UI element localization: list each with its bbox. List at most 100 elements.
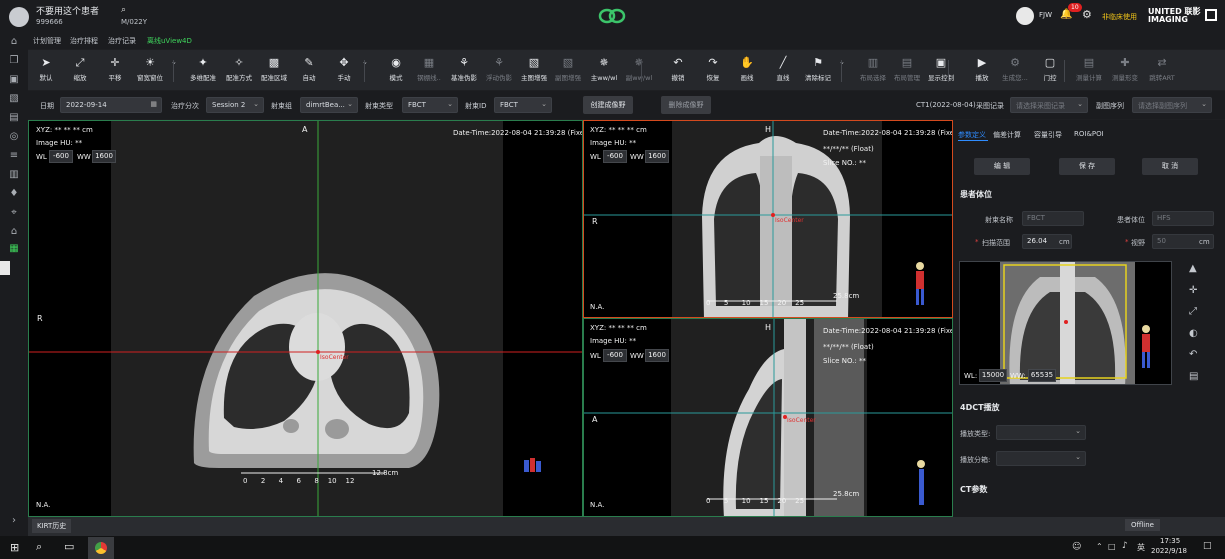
beam-type-select[interactable]: FBCT ⌄	[402, 97, 458, 113]
toolbar-button-main-enhance[interactable]: ▧ 主图增强	[516, 54, 552, 88]
coronal-ww-value[interactable]: 1600	[645, 150, 669, 163]
toolbar-button-layout-manage[interactable]: ▤ 布局管理	[889, 54, 925, 88]
contrast-icon[interactable]: ◐	[1189, 328, 1198, 339]
expand-icon[interactable]: ›	[8, 515, 20, 527]
toolbar-button-register-region[interactable]: ▩ 配准区域	[256, 54, 292, 88]
play-phase-select[interactable]: ⌄	[996, 451, 1086, 466]
toolbar-button-measure-calc[interactable]: ▤ 测量计算	[1071, 54, 1107, 88]
toolbar-button-register-mode[interactable]: ✧ 配准方式	[221, 54, 257, 88]
toolbar-button-grid[interactable]: ▦ 钢棚线..	[411, 54, 447, 88]
menu-treatment-schedule[interactable]: 治疗排程	[70, 36, 98, 46]
reset-icon[interactable]: ↶	[1189, 349, 1197, 360]
chevron-up-icon[interactable]: ⌃	[1096, 542, 1103, 551]
menu-plan-management[interactable]: 计划管理	[33, 36, 61, 46]
sagittal-ww-value[interactable]: 1600	[645, 349, 669, 362]
pointer-icon[interactable]: ▲	[1189, 263, 1197, 274]
toolbar-button-clear-mark[interactable]: ⚑ 清除标记	[800, 54, 836, 88]
gear-icon[interactable]: ⚙	[1082, 8, 1092, 21]
sagittal-viewport[interactable]: XYZ: ** ** ** cm Image HU: ** WL -600 WW…	[583, 318, 953, 517]
toolbar-button-sub-enhance[interactable]: ▧ 副图增强	[550, 54, 586, 88]
create-imaging-field-button[interactable]: 创建成像野	[583, 96, 633, 114]
settings-icon[interactable]: ▤	[1189, 371, 1198, 382]
move-icon[interactable]: ✛	[1189, 285, 1197, 296]
user-avatar[interactable]	[1016, 7, 1034, 25]
search-icon[interactable]: ⌕	[36, 540, 42, 554]
toolbar-button-hand[interactable]: ✋ 画线	[729, 54, 765, 88]
toolbar-button-artifact[interactable]: ⚘ 基准伪影	[446, 54, 482, 88]
scout-ww-value[interactable]: 65535	[1028, 369, 1056, 382]
building-icon[interactable]: ⌂	[8, 226, 20, 238]
toolbar-button-line[interactable]: ╱ 直线	[765, 54, 801, 88]
report-icon[interactable]: ▤	[8, 112, 20, 124]
task-view-icon[interactable]: ▭	[64, 540, 74, 553]
toolbar-button-main-wwwl[interactable]: ✵ 主ww/wl	[586, 54, 622, 88]
beam-group-select[interactable]: dimrtBea... ⌄	[300, 97, 358, 113]
toolbar-button-auto[interactable]: ✎ 自动	[291, 54, 327, 88]
toolbar-button-jump-art[interactable]: ⇄ 跳转ART	[1144, 54, 1180, 88]
menu-treatment-record[interactable]: 治疗记录	[108, 36, 136, 46]
toolbar-button-play-img[interactable]: ▶ 播放	[964, 54, 1000, 88]
document-icon[interactable]: ▥	[8, 169, 20, 181]
delete-imaging-field-button[interactable]: 删除成像野	[661, 96, 711, 114]
toolbar-button-multi-register[interactable]: ✦ 多维配准	[185, 54, 221, 88]
scout-wl-value[interactable]: 15000	[979, 369, 1007, 382]
axial-viewport[interactable]: XYZ: ** ** ** cm Image HU: ** WL -600 WW…	[28, 120, 583, 517]
toolbar-button-zoom[interactable]: ⤢ 缩放	[62, 54, 98, 88]
toolbar-button-window-level[interactable]: ☀ 窗宽窗位	[132, 54, 168, 88]
side-handle[interactable]	[0, 261, 10, 275]
sagittal-wl-value[interactable]: -600	[603, 349, 627, 362]
people-icon[interactable]: ☺	[1072, 542, 1081, 552]
collect-record-select[interactable]: 请选择采图记录 ⌄	[1010, 97, 1088, 113]
play-type-select[interactable]: ⌄	[996, 425, 1086, 440]
toolbar-button-redo[interactable]: ↷ 恢复	[695, 54, 731, 88]
home-icon[interactable]: ⌂	[8, 36, 20, 48]
edit-button[interactable]: 编 辑	[974, 158, 1030, 175]
volume-icon[interactable]: ♪	[1122, 541, 1128, 551]
toolbar-button-layout-select[interactable]: ▥ 布局选择	[855, 54, 891, 88]
apps-icon[interactable]: ▦	[8, 243, 20, 255]
search-icon[interactable]: ⌕	[121, 5, 126, 15]
toolbar-button-float-artifact[interactable]: ⚘ 浮动伪影	[481, 54, 517, 88]
menu-offline-uview4d[interactable]: 离线uView4D	[147, 36, 192, 46]
notification-center-icon[interactable]: □	[1203, 541, 1212, 551]
coronal-viewport[interactable]: XYZ: ** ** ** cm Image HU: ** WL -600 WW…	[583, 120, 953, 318]
sub-series-select[interactable]: 请选择副图序列 ⌄	[1132, 97, 1212, 113]
fraction-select[interactable]: Session 2 ⌄	[206, 97, 264, 113]
kirt-history-tab[interactable]: KIRT历史	[32, 519, 72, 533]
image-icon[interactable]: ▧	[8, 93, 20, 105]
date-picker[interactable]: 2022-09-14 ▦	[60, 97, 162, 113]
beam-name-field[interactable]: FBCT	[1022, 211, 1084, 226]
chart-icon[interactable]: ≡	[8, 150, 20, 162]
windows-start-icon[interactable]: ⊞	[10, 541, 19, 554]
tab-param-definition[interactable]: 参数定义	[958, 130, 986, 140]
toolbar-button-gate[interactable]: ▢ 门控	[1032, 54, 1068, 88]
zoom-doc-icon[interactable]: ⌖	[8, 207, 20, 219]
clipboard-icon[interactable]: ▣	[8, 74, 20, 86]
tab-roi-poi[interactable]: ROI&POI	[1074, 130, 1104, 138]
toolbar-button-cursor[interactable]: ➤ 默认	[28, 54, 64, 88]
beam-id-select[interactable]: FBCT ⌄	[494, 97, 552, 113]
toolbar-button-measure-shape[interactable]: ✚ 测量形变	[1107, 54, 1143, 88]
axial-ww-value[interactable]: 1600	[92, 150, 116, 163]
network-icon[interactable]: □	[1108, 542, 1116, 551]
toolbar-button-mode[interactable]: ◉ 模式	[378, 54, 414, 88]
cancel-button[interactable]: 取 消	[1142, 158, 1198, 175]
patient-pos-field[interactable]: HFS	[1152, 211, 1214, 226]
toolbar-button-pan[interactable]: ✛ 平移	[97, 54, 133, 88]
tab-deviation-calc[interactable]: 偏差计算	[993, 130, 1021, 140]
tab-volume-guide[interactable]: 容量引导	[1034, 130, 1062, 140]
save-button[interactable]: 保 存	[1059, 158, 1115, 175]
globe-icon[interactable]: ◎	[8, 131, 20, 143]
chrome-taskbar-item[interactable]	[88, 537, 114, 559]
toolbar-button-sub-wwwl[interactable]: ✵ 副ww/wl	[621, 54, 657, 88]
shield-icon[interactable]: ♦	[8, 188, 20, 200]
toolbar-button-manual[interactable]: ✥ 手动	[326, 54, 362, 88]
scout-image-viewport[interactable]: WL: 15000 WW: 65535	[959, 261, 1172, 385]
axial-wl-value[interactable]: -600	[49, 150, 73, 163]
fit-icon[interactable]: ⤢	[1189, 306, 1197, 317]
coronal-wl-value[interactable]: -600	[603, 150, 627, 163]
ime-indicator[interactable]: 英	[1137, 542, 1145, 553]
toolbar-button-undo[interactable]: ↶ 撤销	[660, 54, 696, 88]
toolbar-button-generate[interactable]: ⚙ 生成您...	[997, 54, 1033, 88]
toolbar-button-display-control[interactable]: ▣ 显示控制	[923, 54, 959, 88]
